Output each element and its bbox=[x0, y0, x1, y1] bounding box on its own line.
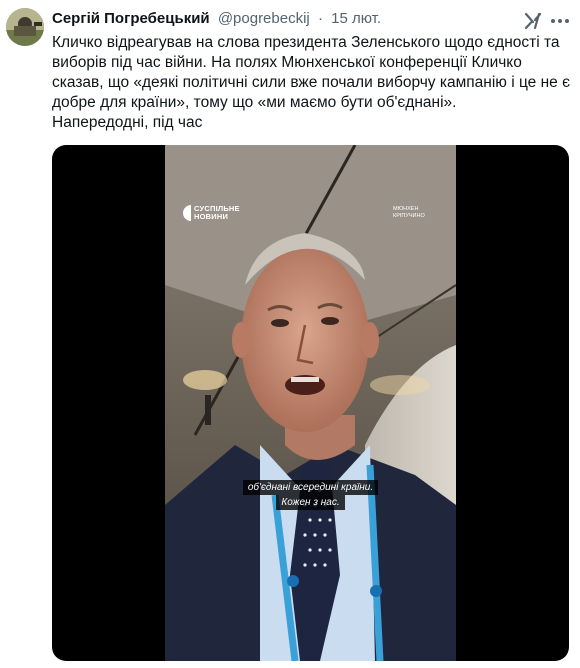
avatar[interactable] bbox=[6, 8, 44, 46]
location-line-1: МЮНХЕН bbox=[393, 206, 419, 212]
location-tag: МЮНХЕН КРІПУЧИНО bbox=[393, 206, 425, 220]
separator-dot: · bbox=[317, 10, 323, 27]
channel-logo-icon bbox=[183, 205, 191, 221]
video-media[interactable]: СУСПІЛЬНЕ НОВИНИ МЮНХЕН КРІПУЧИНО об'єдн… bbox=[52, 145, 569, 661]
author-handle[interactable]: @pogrebeckij bbox=[218, 10, 310, 27]
video-frame: СУСПІЛЬНЕ НОВИНИ МЮНХЕН КРІПУЧИНО об'єдн… bbox=[165, 145, 456, 661]
watermark-line-2: НОВИНИ bbox=[194, 212, 229, 221]
author-name[interactable]: Сергій Погребецький bbox=[52, 10, 210, 27]
tweet-header: Сергій Погребецький @pogrebeckij · 15 лю… bbox=[52, 10, 510, 32]
tweet-text: Кличко відреагував на слова президента З… bbox=[52, 34, 570, 131]
location-line-2: КРІПУЧИНО bbox=[393, 213, 425, 219]
tweet[interactable]: Сергій Погребецький @pogrebeckij · 15 лю… bbox=[0, 0, 580, 668]
subtitle-line-1: об'єднані всередині країни. bbox=[242, 480, 379, 495]
video-still bbox=[165, 145, 456, 661]
video-subtitles: об'єднані всередині країни. Кожен з нас. bbox=[165, 480, 456, 510]
grok-icon[interactable] bbox=[522, 10, 544, 32]
more-icon[interactable] bbox=[548, 12, 572, 30]
subtitle-line-2: Кожен з нас. bbox=[276, 495, 345, 510]
timestamp[interactable]: 15 лют. bbox=[331, 10, 381, 27]
